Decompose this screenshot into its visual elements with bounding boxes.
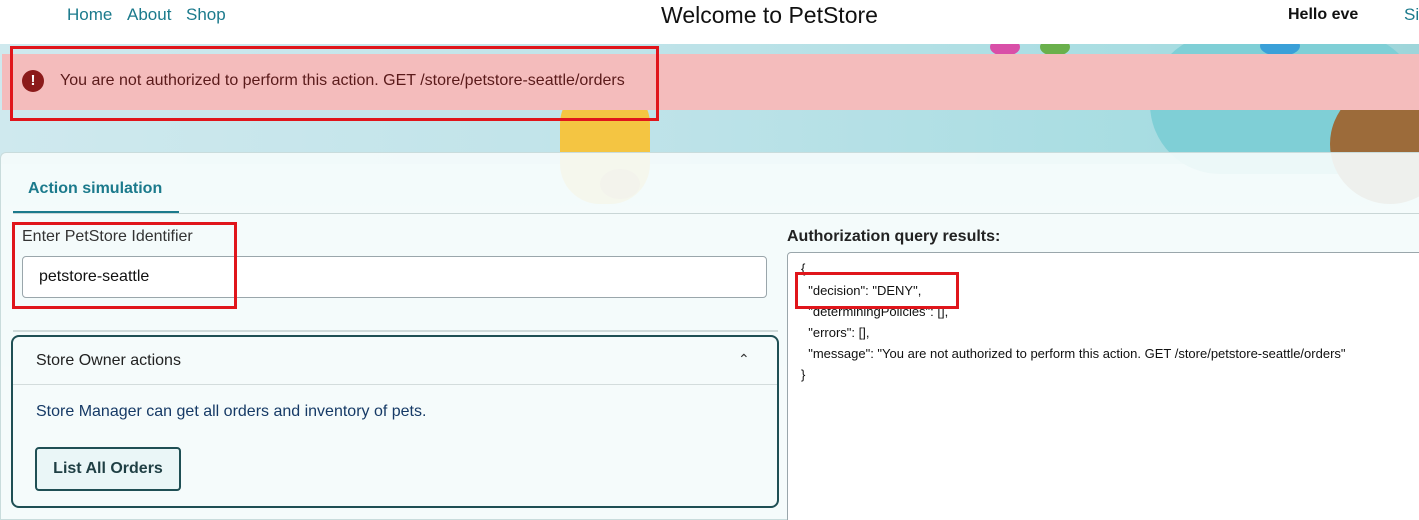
store-owner-panel-header[interactable]: Store Owner actions ⌃ <box>13 337 777 385</box>
page-title: Welcome to PetStore <box>661 2 878 28</box>
store-owner-actions-panel: Store Owner actions ⌃ Store Manager can … <box>11 335 779 508</box>
action-simulation-card: Action simulation Enter PetStore Identif… <box>0 152 1419 520</box>
sign-out-link[interactable]: Si <box>1404 5 1419 25</box>
section-divider <box>13 330 778 332</box>
user-greeting: Hello eve <box>1288 6 1359 23</box>
json-line: "message": "You are not authorized to pe… <box>801 346 1346 361</box>
results-label: Authorization query results: <box>787 228 1001 245</box>
tab-label: Action simulation <box>28 180 163 197</box>
store-owner-panel-title: Store Owner actions <box>36 352 181 369</box>
highlight-identifier <box>12 222 237 309</box>
tab-action-simulation[interactable]: Action simulation <box>13 163 179 213</box>
list-all-orders-button[interactable]: List All Orders <box>35 447 181 491</box>
store-owner-description: Store Manager can get all orders and inv… <box>36 403 427 420</box>
highlight-alert <box>10 46 659 121</box>
top-nav-bar: Home About Shop Welcome to PetStore Hell… <box>0 0 1419 44</box>
tab-divider <box>13 213 1419 214</box>
json-line: } <box>801 367 806 382</box>
json-line: "errors": [], <box>801 325 870 340</box>
highlight-decision <box>795 272 959 309</box>
chevron-up-icon[interactable]: ⌃ <box>738 351 750 368</box>
